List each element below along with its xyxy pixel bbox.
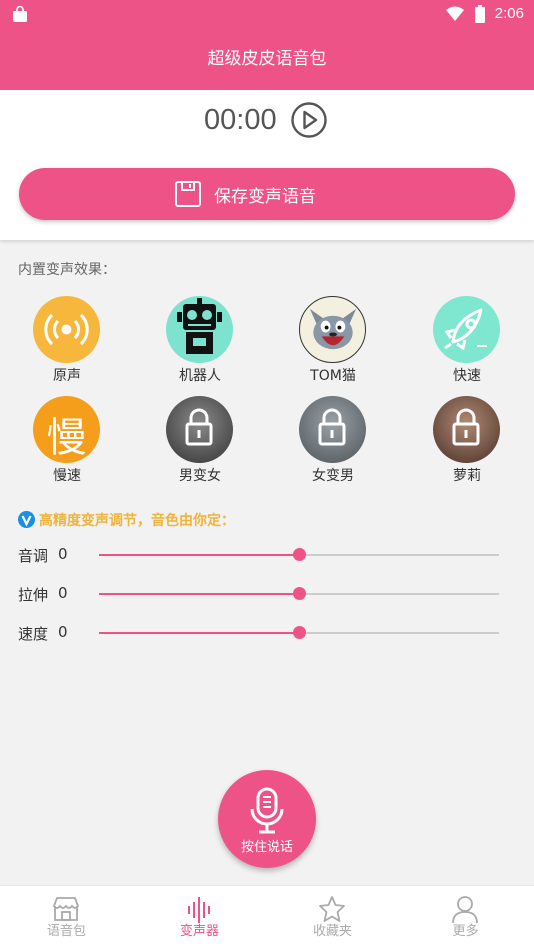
slider-pitch: 音调 0 — [18, 540, 518, 570]
lock-icon — [318, 408, 346, 446]
status-bar: 2:06 — [0, 0, 534, 30]
effect-robot[interactable]: 机器人 — [150, 296, 250, 396]
slider-stretch: 拉伸 0 — [18, 579, 518, 609]
floppy-disk-icon — [175, 181, 201, 207]
play-button[interactable] — [290, 101, 328, 139]
push-to-talk-label: 按住说话 — [240, 840, 293, 855]
battery-icon — [475, 5, 485, 23]
slow-icon-glyph: 慢 — [46, 415, 87, 461]
bottom-nav: 语音包 变声器 收藏夹 更多 — [0, 885, 534, 949]
slider-label: 速度 — [18, 625, 49, 643]
slider-fill — [99, 593, 299, 595]
slider-track[interactable] — [99, 626, 499, 639]
effect-female-to-male[interactable]: 女变男 — [283, 396, 383, 496]
effect-label: 机器人 — [179, 368, 221, 384]
slider-thumb[interactable] — [293, 626, 306, 639]
nav-more[interactable]: 更多 — [399, 886, 532, 949]
effects-section-label: 内置变声效果： — [18, 262, 116, 278]
microphone-icon — [250, 787, 284, 834]
push-to-talk-button[interactable]: 按住说话 — [218, 770, 316, 868]
nav-favorites[interactable]: 收藏夹 — [266, 886, 399, 949]
effect-label: TOM猫 — [310, 368, 356, 384]
broadcast-icon — [33, 296, 100, 363]
locked-avatar — [433, 396, 500, 463]
effect-label: 慢速 — [53, 468, 81, 484]
effect-male-to-female[interactable]: 男变女 — [150, 396, 250, 496]
status-time: 2:06 — [494, 5, 524, 22]
robot-icon — [166, 296, 233, 363]
effect-loli[interactable]: 萝莉 — [417, 396, 517, 496]
effect-fast[interactable]: 快速 — [417, 296, 517, 396]
wifi-icon — [446, 6, 464, 21]
tuning-hint-text: 高精度变声调节，音色由你定： — [39, 513, 235, 529]
slider-thumb[interactable] — [293, 587, 306, 600]
slider-value: 0 — [58, 623, 68, 641]
effect-label: 女变男 — [312, 468, 354, 484]
slider-value: 0 — [58, 545, 68, 563]
lock-icon — [185, 408, 213, 446]
save-voice-label: 保存变声语音 — [214, 187, 316, 207]
effect-slow[interactable]: 慢 慢速 — [17, 396, 117, 496]
lock-icon — [452, 408, 480, 446]
locked-avatar — [166, 396, 233, 463]
effect-label: 快速 — [453, 368, 481, 384]
playback-timer: 00:00 — [204, 104, 277, 136]
slider-thumb[interactable] — [293, 548, 306, 561]
effect-original[interactable]: 原声 — [17, 296, 117, 396]
nav-label: 变声器 — [179, 924, 219, 939]
slider-value: 0 — [58, 584, 68, 602]
slider-track[interactable] — [99, 548, 499, 561]
slow-icon: 慢 — [33, 396, 100, 463]
player-panel: 00:00 保存变声语音 — [0, 90, 534, 240]
app-title: 超级皮皮语音包 — [0, 30, 534, 90]
tuning-hint: 高精度变声调节，音色由你定： — [18, 510, 235, 530]
nav-label: 更多 — [452, 924, 479, 939]
nav-label: 语音包 — [46, 924, 86, 939]
tom-cat-icon — [299, 296, 366, 363]
rocket-icon — [433, 296, 500, 363]
shopping-bag-icon — [13, 6, 27, 22]
save-voice-button[interactable]: 保存变声语音 — [19, 168, 515, 220]
effect-label: 男变女 — [179, 468, 221, 484]
effect-label: 萝莉 — [453, 468, 481, 484]
slider-fill — [99, 632, 299, 634]
slider-speed: 速度 0 — [18, 618, 518, 648]
v-badge-icon — [18, 511, 35, 528]
effect-label: 原声 — [53, 368, 81, 384]
locked-avatar — [299, 396, 366, 463]
slider-track[interactable] — [99, 587, 499, 600]
slider-fill — [99, 554, 299, 556]
nav-label: 收藏夹 — [312, 924, 352, 939]
nav-voice-packs[interactable]: 语音包 — [0, 886, 133, 949]
effect-tom-cat[interactable]: TOM猫 — [283, 296, 383, 396]
slider-label: 音调 — [18, 547, 49, 565]
slider-label: 拉伸 — [18, 586, 49, 604]
nav-voice-changer[interactable]: 变声器 — [133, 886, 266, 949]
